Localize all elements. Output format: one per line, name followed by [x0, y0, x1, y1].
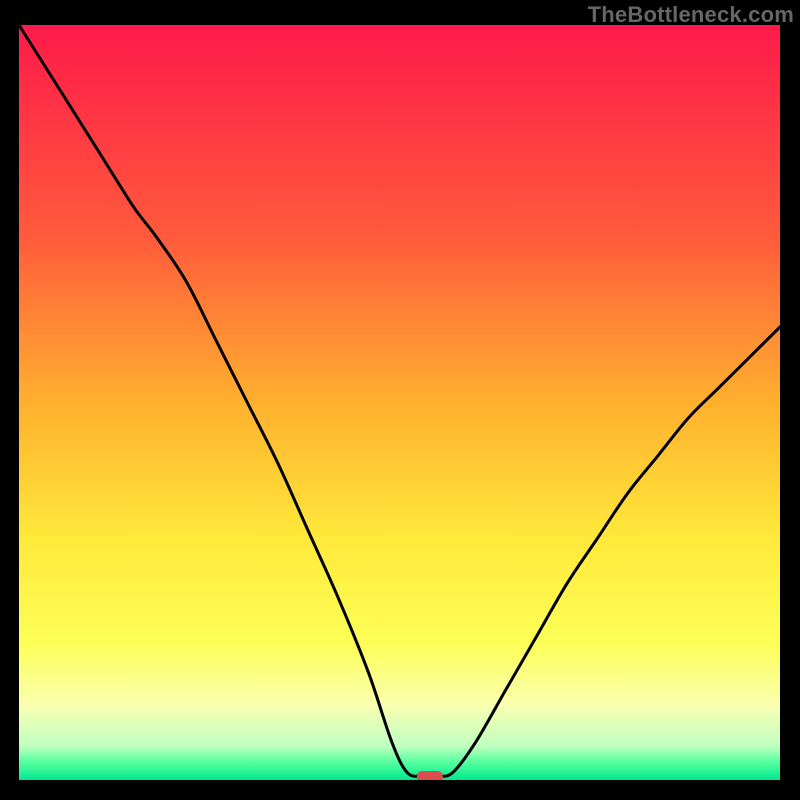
gradient-background — [19, 25, 780, 780]
chart-svg — [19, 25, 780, 780]
watermark-text: TheBottleneck.com — [588, 2, 794, 28]
chart-container: TheBottleneck.com — [0, 0, 800, 800]
plot-frame — [19, 25, 780, 780]
optimum-marker — [417, 771, 443, 780]
